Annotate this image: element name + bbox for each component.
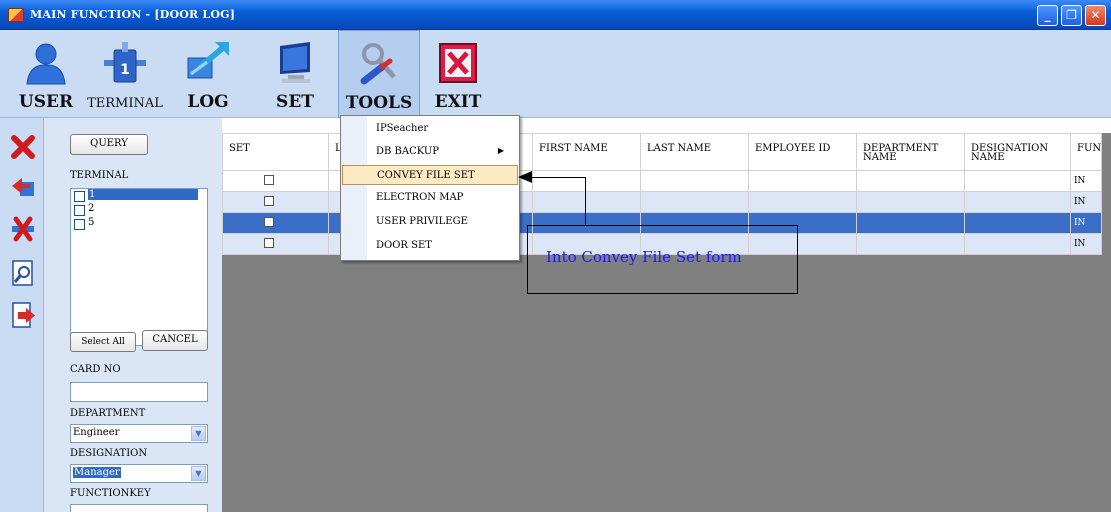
- menu-item-db-backup[interactable]: DB BACKUP ▶: [342, 142, 518, 162]
- column-header-last-name[interactable]: LAST NAME: [640, 133, 749, 171]
- column-header-employee-id[interactable]: EMPLOYEE ID: [748, 133, 857, 171]
- department-value: Engineer: [73, 427, 120, 438]
- monitor-icon: [280, 42, 310, 83]
- annotation-connector: [585, 177, 586, 225]
- row-checkbox[interactable]: [264, 195, 274, 206]
- cancel-button[interactable]: CANCEL: [142, 330, 208, 351]
- toolbar-tools-label: TOOLS: [345, 93, 413, 113]
- terminal-item[interactable]: 5: [73, 217, 205, 232]
- terminal-checkbox[interactable]: [74, 191, 85, 202]
- toolbar-tools-button[interactable]: TOOLS: [338, 30, 420, 118]
- select-all-button[interactable]: Select All: [70, 332, 136, 352]
- title-bar[interactable]: MAIN FUNCTION - [DOOR LOG] _ ❐ ✕: [0, 0, 1111, 30]
- query-button[interactable]: QUERY: [70, 134, 148, 155]
- column-header-department-name[interactable]: DEPARTMENT NAME: [856, 133, 965, 171]
- terminal-item-label: 5: [88, 217, 95, 228]
- card-no-input[interactable]: [70, 382, 208, 402]
- row-fun-cell: IN: [1069, 212, 1103, 234]
- menu-item-label: ELECTRON MAP: [376, 192, 464, 203]
- toolbar-terminal-label: TERMINAL: [87, 96, 163, 111]
- restore-icon: ❐: [1066, 8, 1077, 22]
- toolbar-exit-button[interactable]: EXIT: [426, 30, 490, 118]
- chevron-down-icon[interactable]: ▼: [191, 426, 206, 441]
- close-icon: ✕: [1090, 8, 1101, 22]
- terminal-list[interactable]: 1 2 5: [70, 188, 208, 346]
- menu-item-user-privilege[interactable]: USER PRIVILEGE: [342, 212, 518, 232]
- card-no-label: CARD NO: [70, 364, 121, 375]
- menu-item-label: CONVEY FILE SET: [377, 170, 475, 181]
- row-checkbox[interactable]: [264, 216, 274, 227]
- menu-item-electron-map[interactable]: ELECTRON MAP: [342, 188, 518, 208]
- svg-text:1: 1: [120, 62, 130, 78]
- user-icon: [26, 43, 66, 85]
- menu-item-ipseacher[interactable]: IPSeacher: [342, 119, 518, 139]
- toolbar-log-label: LOG: [187, 92, 229, 112]
- tools-menu: IPSeacher DB BACKUP ▶ CONVEY FILE SET EL…: [340, 115, 520, 261]
- row-fun-cell: IN: [1069, 233, 1103, 255]
- row-checkbox[interactable]: [264, 237, 274, 248]
- menu-item-label: DOOR SET: [376, 240, 432, 251]
- row-fun-cell: IN: [1069, 170, 1103, 192]
- column-header-fun[interactable]: FUN: [1069, 133, 1103, 171]
- toolbar-log-button[interactable]: LOG: [176, 30, 240, 118]
- tools-icon: [360, 43, 396, 85]
- import-icon[interactable]: [10, 174, 36, 200]
- menu-item-convey-file-set[interactable]: CONVEY FILE SET: [342, 165, 518, 185]
- designation-select[interactable]: Manager ▼: [70, 464, 208, 483]
- row-fun-cell: IN: [1069, 191, 1103, 213]
- toolbar-user-button[interactable]: USER: [14, 30, 78, 118]
- terminal-item-label: 1: [88, 189, 198, 200]
- window-title: MAIN FUNCTION - [DOOR LOG]: [30, 8, 236, 21]
- preview-icon[interactable]: [10, 260, 36, 286]
- terminal-label: TERMINAL: [70, 170, 129, 181]
- column-header-set[interactable]: SET: [222, 133, 329, 171]
- clear-icon[interactable]: [10, 216, 36, 242]
- toolbar-set-label: SET: [276, 92, 314, 112]
- department-select[interactable]: Engineer ▼: [70, 424, 208, 443]
- minimize-icon: _: [1044, 8, 1051, 22]
- toolbar-set-button[interactable]: SET: [262, 30, 328, 118]
- main-toolbar: USER 1 TERMINAL LOG SET TOOLS EXIT: [0, 30, 1111, 118]
- restore-button[interactable]: ❐: [1061, 5, 1082, 26]
- log-icon: [187, 42, 229, 79]
- terminal-item-label: 2: [88, 203, 95, 214]
- arrow-left-icon: [518, 171, 532, 183]
- submenu-arrow-icon: ▶: [497, 146, 504, 155]
- left-action-strip: [0, 118, 44, 512]
- app-icon: [8, 8, 24, 22]
- row-checkbox[interactable]: [264, 174, 274, 185]
- department-label: DEPARTMENT: [70, 408, 146, 419]
- menu-item-label: DB BACKUP: [376, 146, 440, 157]
- functionkey-input[interactable]: [70, 504, 208, 512]
- designation-value: Manager: [73, 467, 121, 478]
- menu-item-label: USER PRIVILEGE: [376, 216, 468, 227]
- delete-icon[interactable]: [10, 134, 36, 160]
- close-button[interactable]: ✕: [1085, 5, 1106, 26]
- toolbar-terminal-button[interactable]: 1 TERMINAL: [80, 30, 170, 118]
- designation-label: DESIGNATION: [70, 448, 148, 459]
- annotation-text: Into Convey File Set form: [546, 248, 742, 266]
- column-header-designation-name[interactable]: DESIGNATION NAME: [964, 133, 1071, 171]
- chevron-down-icon[interactable]: ▼: [191, 466, 206, 481]
- exit-icon: [439, 43, 477, 83]
- toolbar-exit-label: EXIT: [434, 92, 482, 112]
- menu-item-label: IPSeacher: [376, 123, 429, 134]
- functionkey-label: FUNCTIONKEY: [70, 488, 151, 499]
- terminal-icon: 1: [104, 42, 146, 83]
- toolbar-user-label: USER: [18, 92, 74, 112]
- terminal-checkbox[interactable]: [74, 219, 85, 230]
- annotation-connector: [528, 177, 586, 178]
- minimize-button[interactable]: _: [1037, 5, 1058, 26]
- column-header-first-name[interactable]: FIRST NAME: [532, 133, 641, 171]
- menu-item-door-set[interactable]: DOOR SET: [342, 236, 518, 256]
- terminal-checkbox[interactable]: [74, 205, 85, 216]
- export-icon[interactable]: [10, 302, 36, 328]
